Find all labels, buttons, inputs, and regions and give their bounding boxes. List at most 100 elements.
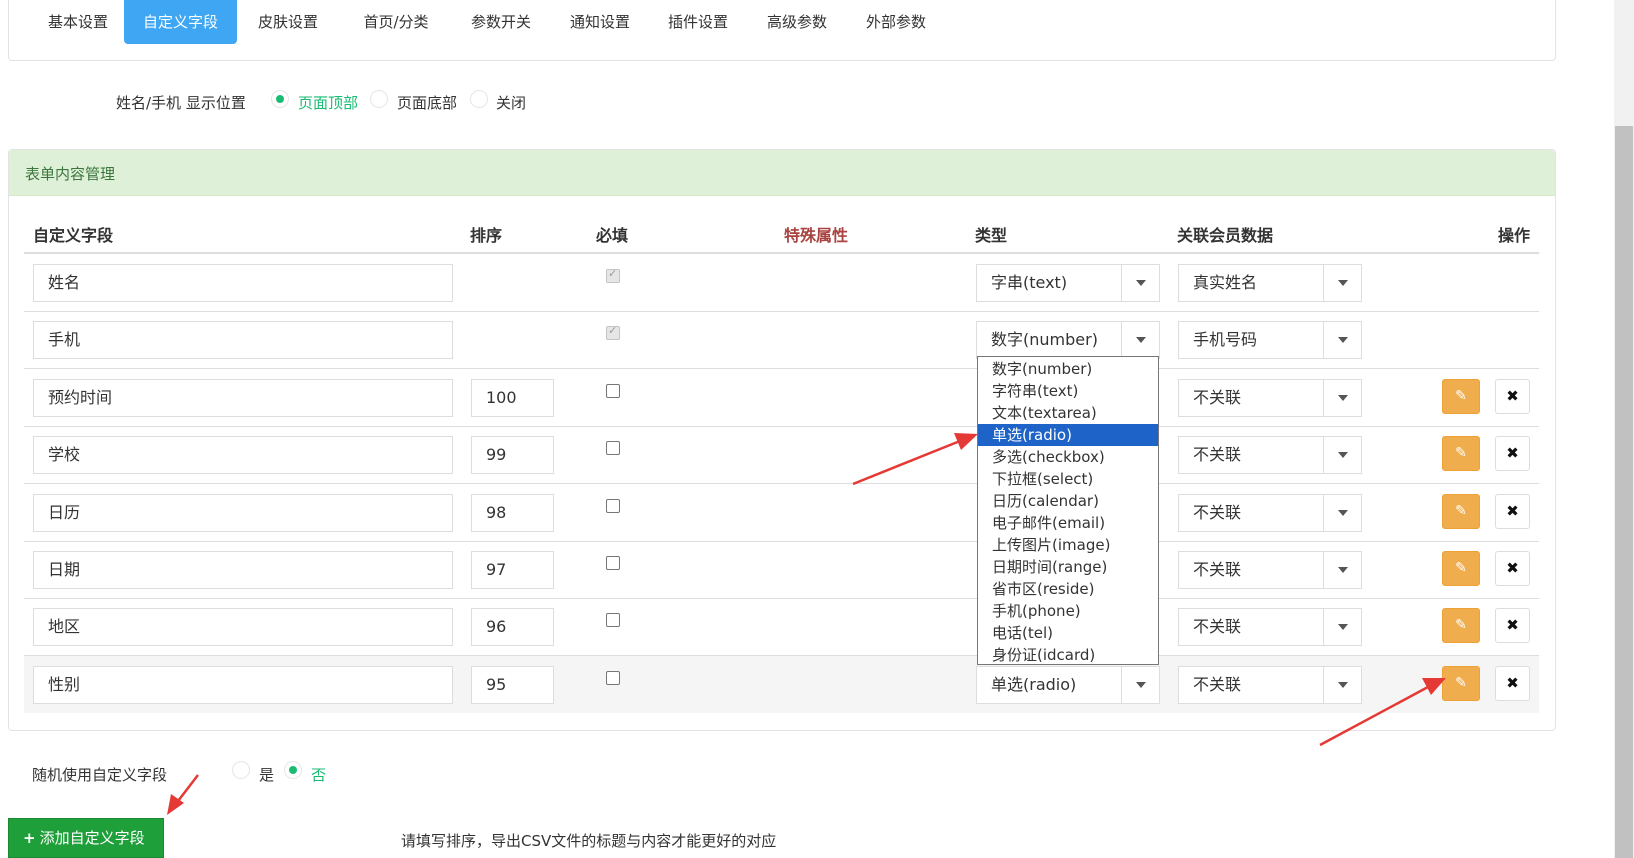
tab-custom-fields[interactable]: 自定义字段 <box>124 0 237 44</box>
arrow-to-add-button <box>167 774 199 815</box>
member-select-value: 不关联 <box>1193 617 1242 636</box>
required-checkbox[interactable] <box>606 441 620 455</box>
page-scrollbar-thumb[interactable] <box>1615 126 1633 858</box>
edit-button[interactable]: ✎ <box>1442 494 1480 529</box>
delete-button[interactable]: ✖ <box>1495 608 1530 643</box>
radio-random-no-label[interactable]: 否 <box>311 764 326 785</box>
type-option[interactable]: 数字(number) <box>978 358 1158 380</box>
field-name-input[interactable]: 学校 <box>33 436 453 474</box>
type-option[interactable]: 下拉框(select) <box>978 468 1158 490</box>
tab-external[interactable]: 外部参数 <box>851 0 941 44</box>
th-type: 类型 <box>975 226 1008 245</box>
field-name-input[interactable]: 性别 <box>33 666 453 704</box>
edit-icon: ✎ <box>1455 560 1467 576</box>
type-option[interactable]: 日历(calendar) <box>978 490 1158 512</box>
type-option[interactable]: 文本(textarea) <box>978 402 1158 424</box>
field-name-input[interactable]: 日期 <box>33 551 453 589</box>
sort-input[interactable]: 96 <box>471 608 554 646</box>
type-option[interactable]: 省市区(reside) <box>978 578 1158 600</box>
close-icon: ✖ <box>1506 559 1519 577</box>
edit-button[interactable]: ✎ <box>1442 666 1480 701</box>
sort-input[interactable]: 97 <box>471 551 554 589</box>
type-option[interactable]: 日期时间(range) <box>978 556 1158 578</box>
radio-bottom-label[interactable]: 页面底部 <box>397 92 457 113</box>
type-option-selected[interactable]: 单选(radio) <box>978 424 1158 446</box>
member-select[interactable]: 不关联 <box>1178 436 1362 474</box>
type-option[interactable]: 电话(tel) <box>978 622 1158 644</box>
type-dropdown-list: 数字(number) 字符串(text) 文本(textarea) 单选(rad… <box>977 356 1159 665</box>
th-required: 必填 <box>596 226 629 245</box>
tab-skin[interactable]: 皮肤设置 <box>243 0 333 44</box>
tab-home-category[interactable]: 首页/分类 <box>346 0 446 44</box>
required-checkbox[interactable] <box>606 613 620 627</box>
row-divider <box>24 368 1539 369</box>
field-name-input[interactable]: 日历 <box>33 494 453 532</box>
required-checkbox[interactable] <box>606 671 620 685</box>
edit-button[interactable]: ✎ <box>1442 436 1480 471</box>
delete-button[interactable]: ✖ <box>1495 436 1530 471</box>
sort-input[interactable]: 99 <box>471 436 554 474</box>
type-select[interactable]: 数字(number) <box>976 321 1160 359</box>
radio-bottom[interactable] <box>370 90 388 108</box>
delete-button[interactable]: ✖ <box>1495 551 1530 586</box>
member-select[interactable]: 不关联 <box>1178 551 1362 589</box>
tab-notify[interactable]: 通知设置 <box>555 0 645 44</box>
type-select[interactable]: 字串(text) <box>976 264 1160 302</box>
chevron-down-icon <box>1323 609 1361 645</box>
radio-random-yes[interactable] <box>232 761 250 779</box>
sort-input[interactable]: 95 <box>471 666 554 704</box>
radio-off-label[interactable]: 关闭 <box>496 92 526 113</box>
type-select-value: 字串(text) <box>991 273 1068 292</box>
radio-random-no[interactable] <box>284 761 302 779</box>
type-option[interactable]: 手机(phone) <box>978 600 1158 622</box>
type-select[interactable]: 单选(radio) <box>976 666 1160 704</box>
settings-tabs: 基本设置 自定义字段 皮肤设置 首页/分类 参数开关 通知设置 插件设置 高级参… <box>8 0 1556 61</box>
member-select-value: 不关联 <box>1193 675 1242 694</box>
member-select[interactable]: 不关联 <box>1178 494 1362 532</box>
chevron-down-icon <box>1121 322 1159 358</box>
edit-button[interactable]: ✎ <box>1442 551 1480 586</box>
chevron-down-icon <box>1323 380 1361 416</box>
radio-random-yes-label[interactable]: 是 <box>259 764 274 785</box>
type-option[interactable]: 身份证(idcard) <box>978 644 1158 666</box>
required-checkbox[interactable] <box>606 499 620 513</box>
field-name-input[interactable]: 姓名 <box>33 264 453 302</box>
tab-basic[interactable]: 基本设置 <box>33 0 123 44</box>
edit-icon: ✎ <box>1455 388 1467 404</box>
required-checkbox[interactable] <box>606 556 620 570</box>
row-divider <box>24 311 1539 312</box>
radio-top-label[interactable]: 页面顶部 <box>298 92 358 113</box>
edit-button[interactable]: ✎ <box>1442 608 1480 643</box>
field-name-input[interactable]: 预约时间 <box>33 379 453 417</box>
delete-button[interactable]: ✖ <box>1495 666 1530 701</box>
row-divider <box>24 483 1539 484</box>
member-select[interactable]: 手机号码 <box>1178 321 1362 359</box>
required-checkbox[interactable] <box>606 384 620 398</box>
close-icon: ✖ <box>1506 616 1519 634</box>
sort-input[interactable]: 100 <box>471 379 554 417</box>
delete-button[interactable]: ✖ <box>1495 494 1530 529</box>
tab-param-switch[interactable]: 参数开关 <box>456 0 546 44</box>
field-name-input[interactable]: 手机 <box>33 321 453 359</box>
add-custom-field-button[interactable]: + 添加自定义字段 <box>8 818 164 858</box>
close-icon: ✖ <box>1506 444 1519 462</box>
type-option[interactable]: 字符串(text) <box>978 380 1158 402</box>
edit-button[interactable]: ✎ <box>1442 379 1480 414</box>
member-select-value: 不关联 <box>1193 388 1242 407</box>
type-option[interactable]: 多选(checkbox) <box>978 446 1158 468</box>
field-name-input[interactable]: 地区 <box>33 608 453 646</box>
type-option[interactable]: 电子邮件(email) <box>978 512 1158 534</box>
radio-top[interactable] <box>271 90 289 108</box>
member-select[interactable]: 不关联 <box>1178 666 1362 704</box>
delete-button[interactable]: ✖ <box>1495 379 1530 414</box>
tab-plugin[interactable]: 插件设置 <box>653 0 743 44</box>
radio-off[interactable] <box>470 90 488 108</box>
tab-advanced[interactable]: 高级参数 <box>752 0 842 44</box>
member-select[interactable]: 不关联 <box>1178 379 1362 417</box>
member-select[interactable]: 真实姓名 <box>1178 264 1362 302</box>
sort-input[interactable]: 98 <box>471 494 554 532</box>
member-select-value: 不关联 <box>1193 503 1242 522</box>
member-select[interactable]: 不关联 <box>1178 608 1362 646</box>
sort-hint: 请填写排序，导出CSV文件的标题与内容才能更好的对应 <box>401 832 777 850</box>
type-option[interactable]: 上传图片(image) <box>978 534 1158 556</box>
